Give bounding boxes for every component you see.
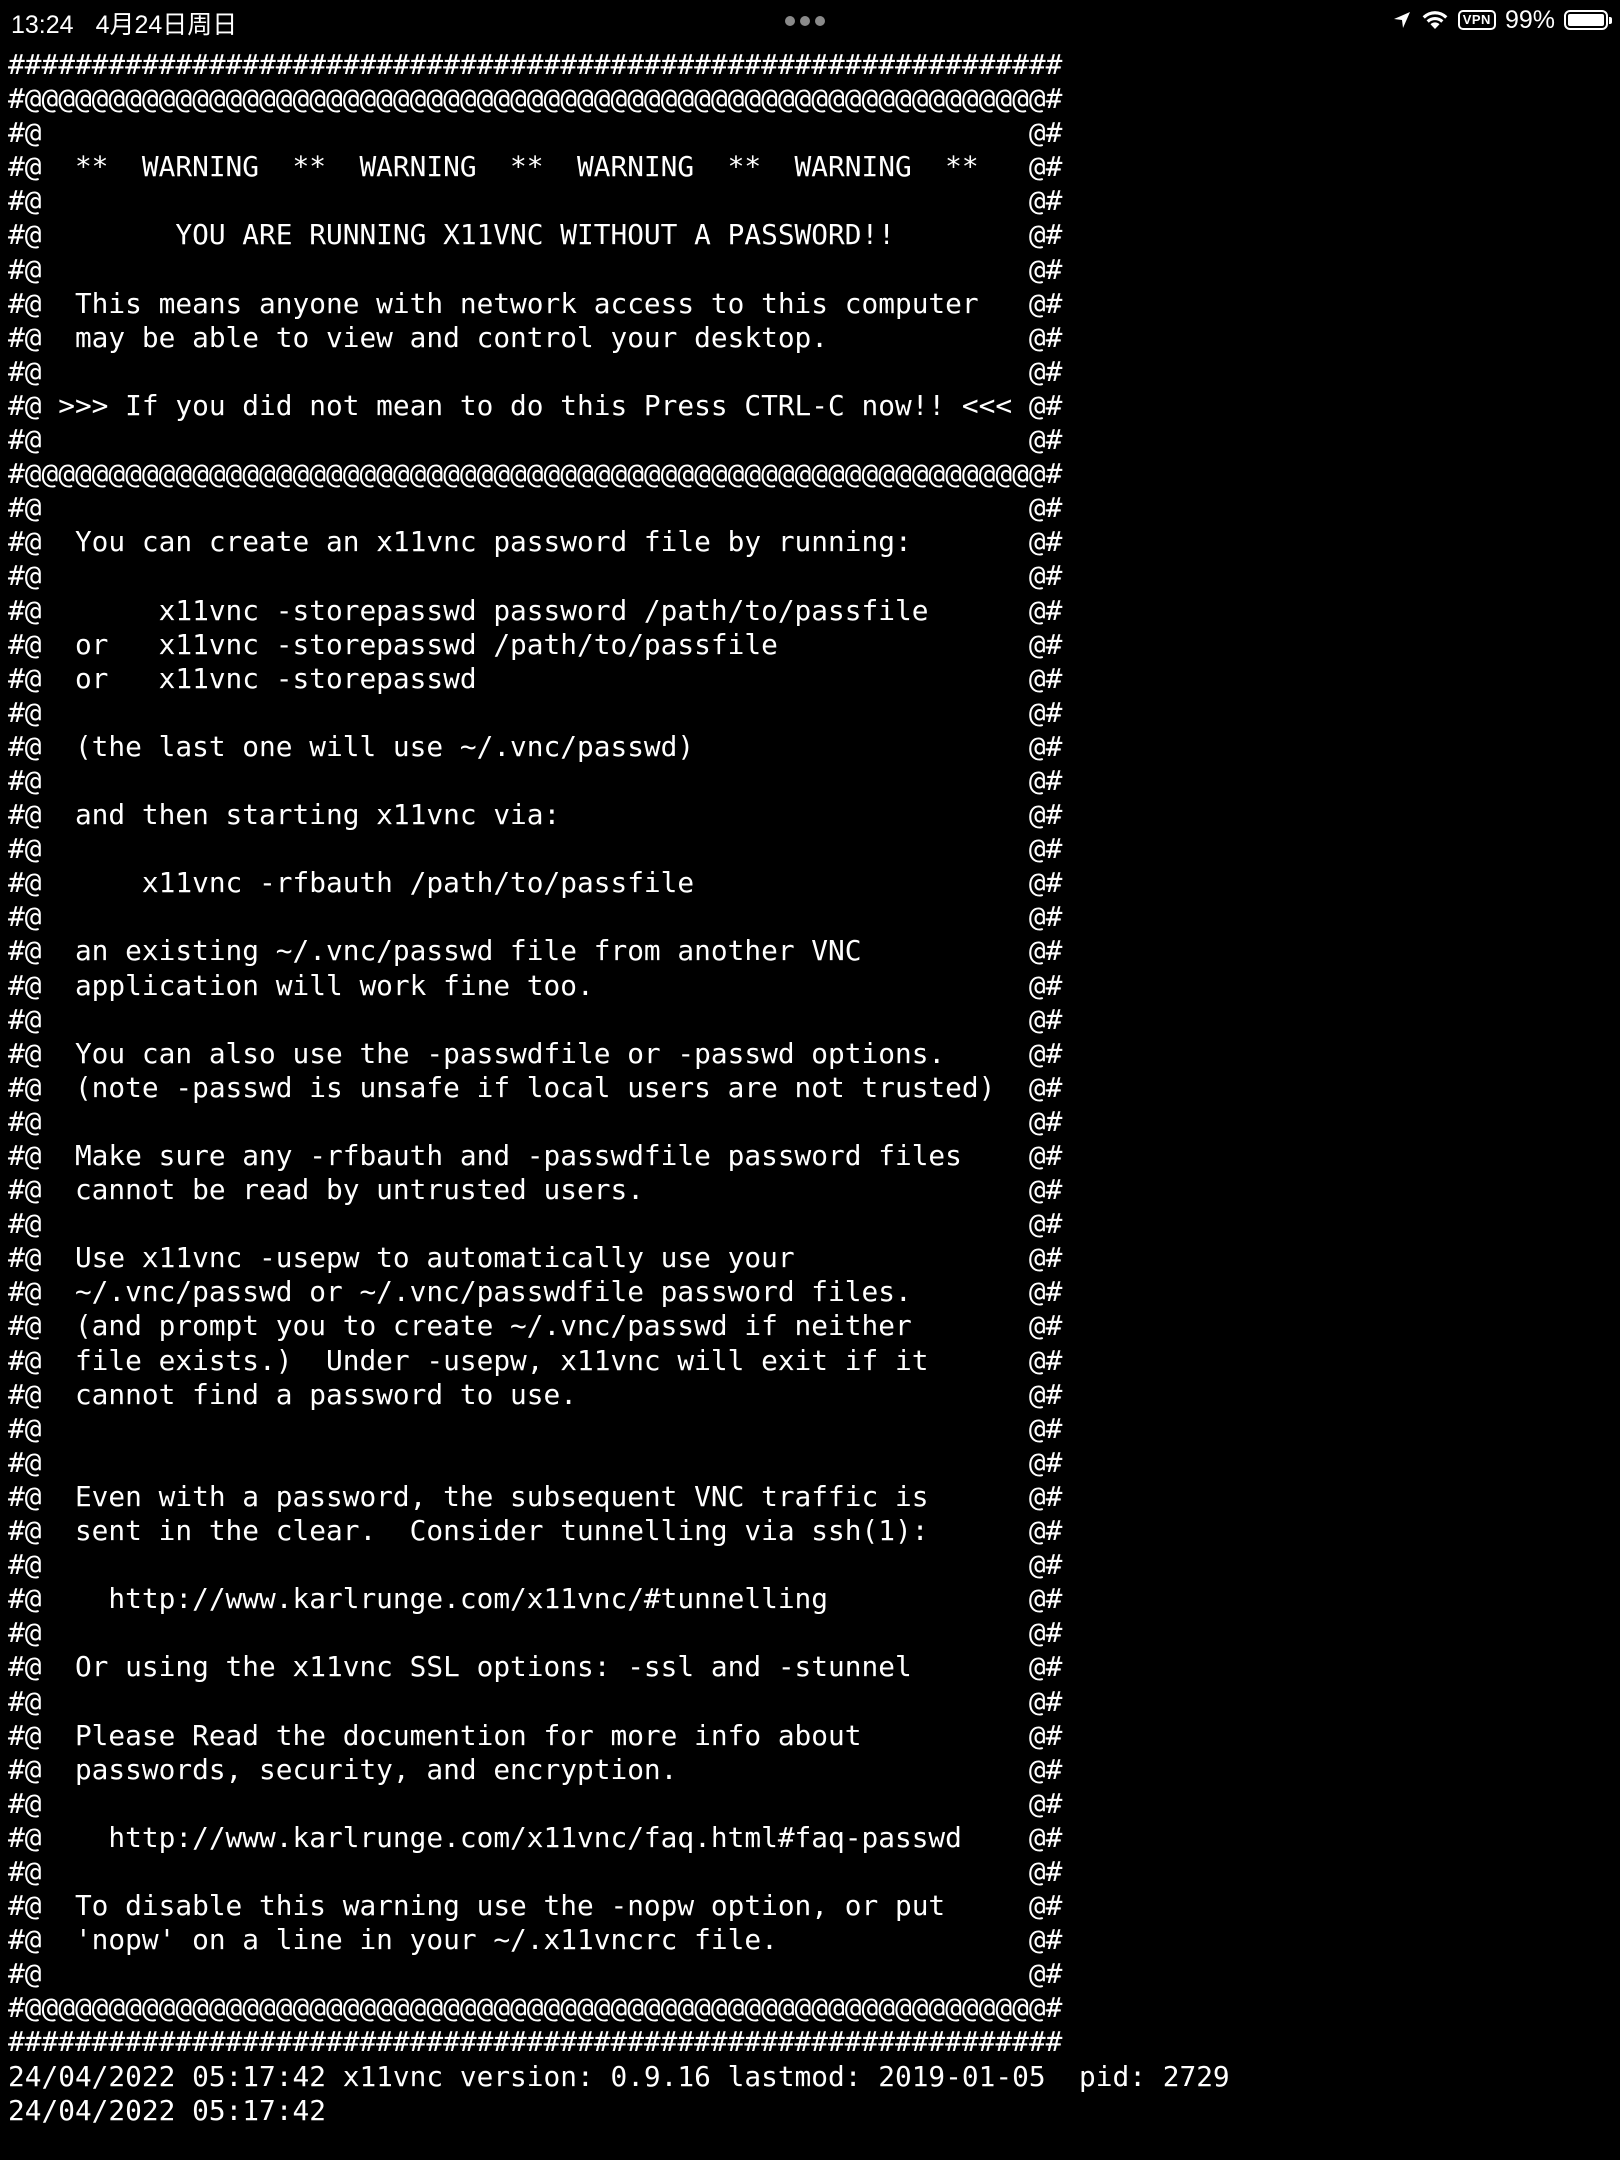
terminal-line: #@ @# bbox=[8, 832, 1063, 866]
terminal-line: #@ Make sure any -rfbauth and -passwdfil… bbox=[8, 1139, 1063, 1172]
terminal-line: #@ To disable this warning use the -nopw… bbox=[8, 1889, 1063, 1923]
terminal-line: #@ http://www.karlrunge.com/x11vnc/#tunn… bbox=[8, 1582, 1063, 1616]
terminal-line: #@ ~/.vnc/passwd or ~/.vnc/passwdfile pa… bbox=[8, 1275, 1063, 1309]
battery-icon bbox=[1564, 10, 1612, 30]
terminal-line: #@ @# bbox=[8, 491, 1063, 525]
terminal-line: #@@@@@@@@@@@@@@@@@@@@@@@@@@@@@@@@@@@@@@@… bbox=[8, 1991, 1063, 2025]
terminal-line: #@ x11vnc -rfbauth /path/to/passfile @# bbox=[8, 866, 1063, 900]
terminal-line: #@ @# bbox=[8, 1104, 1063, 1138]
terminal-line: #@ You can also use the -passwdfile or -… bbox=[8, 1036, 1063, 1070]
terminal-line: #@ @# bbox=[8, 1411, 1063, 1445]
vpn-icon: VPN bbox=[1457, 10, 1496, 30]
terminal-line: #@ and then starting x11vnc via: @# bbox=[8, 798, 1063, 832]
terminal-line: #@ sent in the clear. Consider tunnellin… bbox=[8, 1514, 1063, 1548]
terminal-line: #@@@@@@@@@@@@@@@@@@@@@@@@@@@@@@@@@@@@@@@… bbox=[8, 457, 1063, 491]
terminal-line: #@ @# bbox=[8, 184, 1063, 218]
terminal-line: #@ @# bbox=[8, 1207, 1063, 1241]
terminal-line: #@ @# bbox=[8, 1548, 1063, 1582]
terminal-line: #@ http://www.karlrunge.com/x11vnc/faq.h… bbox=[8, 1820, 1063, 1854]
battery-percent: 99% bbox=[1504, 5, 1555, 34]
terminal-line: #@ >>> If you did not mean to do this Pr… bbox=[8, 388, 1063, 422]
terminal-line: #@ @# bbox=[8, 252, 1063, 286]
wifi-icon bbox=[1421, 9, 1449, 31]
dot bbox=[815, 16, 825, 26]
terminal-line: #@ (the last one will use ~/.vnc/passwd)… bbox=[8, 729, 1063, 763]
dot bbox=[800, 16, 810, 26]
terminal-line: #@ an existing ~/.vnc/passwd file from a… bbox=[8, 934, 1063, 968]
terminal-line: #@ file exists.) Under -usepw, x11vnc wi… bbox=[8, 1343, 1063, 1377]
terminal-line: #@ cannot find a password to use. @# bbox=[8, 1377, 1063, 1411]
terminal-line: #@ may be able to view and control your … bbox=[8, 320, 1063, 354]
terminal-line: #@ @# bbox=[8, 116, 1063, 150]
terminal-line: #@ Even with a password, the subsequent … bbox=[8, 1479, 1063, 1513]
terminal-line: ########################################… bbox=[8, 48, 1063, 81]
terminal-line: #@ @# bbox=[8, 1684, 1063, 1718]
terminal-line: #@ 'nopw' on a line in your ~/.x11vncrc … bbox=[8, 1923, 1063, 1957]
terminal-line: #@ @# bbox=[8, 1957, 1063, 1991]
terminal-line: #@ @# bbox=[8, 559, 1063, 593]
terminal-line: #@ @# bbox=[8, 354, 1063, 388]
terminal-line: #@ (note -passwd is unsafe if local user… bbox=[8, 1070, 1063, 1104]
terminal-line: #@ @# bbox=[8, 763, 1063, 797]
terminal-line: #@ @# bbox=[8, 1445, 1063, 1479]
terminal-line: #@ @# bbox=[8, 695, 1063, 729]
terminal-line: 24/04/2022 05:17:42 x11vnc version: 0.9.… bbox=[8, 2059, 1230, 2093]
location-arrow-icon bbox=[1392, 10, 1412, 30]
terminal-line: #@ @# bbox=[8, 1002, 1063, 1036]
terminal-line: #@ or x11vnc -storepasswd @# bbox=[8, 661, 1063, 695]
terminal-line: #@ @# bbox=[8, 1854, 1063, 1888]
terminal-line: #@ passwords, security, and encryption. … bbox=[8, 1752, 1063, 1786]
terminal-line: #@ YOU ARE RUNNING X11VNC WITHOUT A PASS… bbox=[8, 218, 1063, 252]
terminal-line: 24/04/2022 05:17:42 bbox=[8, 2093, 326, 2127]
terminal-line: #@ Please Read the documention for more … bbox=[8, 1718, 1063, 1752]
status-left: 13:24 4月24日周日 bbox=[11, 5, 259, 41]
terminal-line: #@ This means anyone with network access… bbox=[8, 286, 1063, 320]
terminal-line: #@ @# bbox=[8, 1616, 1063, 1650]
terminal-line: #@ x11vnc -storepasswd password /path/to… bbox=[8, 593, 1063, 627]
terminal-output[interactable]: ########################################… bbox=[8, 48, 1230, 2128]
terminal-line: #@ application will work fine too. @# bbox=[8, 968, 1063, 1002]
terminal-line: #@ @# bbox=[8, 423, 1063, 457]
terminal-line: #@@@@@@@@@@@@@@@@@@@@@@@@@@@@@@@@@@@@@@@… bbox=[8, 82, 1063, 116]
terminal-line: #@ or x11vnc -storepasswd /path/to/passf… bbox=[8, 627, 1063, 661]
terminal-line: #@ Use x11vnc -usepw to automatically us… bbox=[8, 1241, 1063, 1275]
terminal-line: #@ ** WARNING ** WARNING ** WARNING ** W… bbox=[8, 150, 1063, 184]
status-time: 13:24 bbox=[11, 11, 74, 39]
status-right: VPN 99% bbox=[1392, 5, 1612, 35]
status-date: 4月24日周日 bbox=[95, 11, 238, 39]
battery-fill bbox=[1568, 14, 1604, 26]
terminal-line: #@ Or using the x11vnc SSL options: -ssl… bbox=[8, 1650, 1063, 1684]
terminal-line: #@ (and prompt you to create ~/.vnc/pass… bbox=[8, 1309, 1063, 1343]
terminal-line: #@ @# bbox=[8, 900, 1063, 934]
multitasking-dots-icon[interactable] bbox=[785, 16, 825, 26]
terminal-line: #@ @# bbox=[8, 1786, 1063, 1820]
terminal-line: ########################################… bbox=[8, 2025, 1063, 2059]
terminal-line: #@ cannot be read by untrusted users. @# bbox=[8, 1173, 1063, 1207]
terminal-line: #@ You can create an x11vnc password fil… bbox=[8, 525, 1063, 559]
dot bbox=[785, 16, 795, 26]
status-bar: 13:24 4月24日周日 VPN 99% bbox=[0, 0, 1620, 40]
